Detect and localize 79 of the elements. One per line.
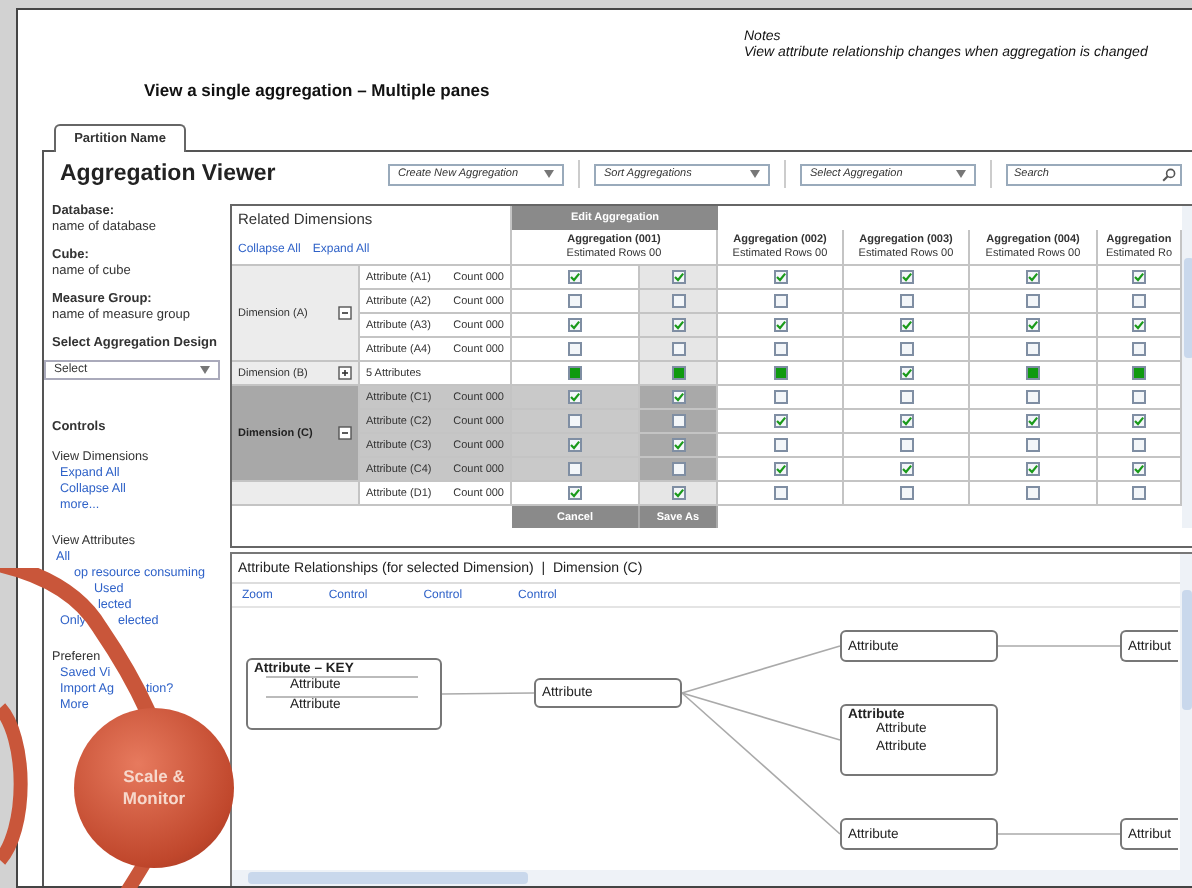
checkbox[interactable] — [899, 486, 913, 500]
scrollbar[interactable] — [1182, 206, 1192, 528]
checkbox[interactable] — [568, 294, 582, 308]
checkbox[interactable] — [1026, 462, 1040, 476]
checkbox[interactable] — [568, 462, 582, 476]
checkbox[interactable] — [568, 486, 582, 500]
checkbox[interactable] — [899, 294, 913, 308]
checkbox[interactable] — [1132, 318, 1146, 332]
checkbox[interactable] — [568, 366, 582, 380]
checkbox[interactable] — [671, 270, 685, 284]
checkbox[interactable] — [773, 294, 787, 308]
caret-icon — [200, 366, 210, 374]
checkbox[interactable] — [1026, 318, 1040, 332]
connector-line — [997, 833, 1121, 835]
checkbox[interactable] — [671, 318, 685, 332]
checkbox[interactable] — [899, 366, 913, 380]
badge-text: Monitor — [122, 788, 186, 810]
checkbox[interactable] — [773, 366, 787, 380]
app-title: Aggregation Viewer — [60, 162, 276, 186]
arc-shape — [118, 860, 150, 888]
checkbox[interactable] — [671, 486, 685, 500]
checkbox[interactable] — [899, 270, 913, 284]
checkbox[interactable] — [773, 414, 787, 428]
checkbox[interactable] — [1132, 342, 1146, 356]
checkbox[interactable] — [568, 414, 582, 428]
checkbox[interactable] — [773, 318, 787, 332]
checkbox[interactable] — [568, 438, 582, 452]
scrollbar[interactable] — [232, 870, 1180, 886]
checkbox[interactable] — [1026, 366, 1040, 380]
checkbox[interactable] — [899, 390, 913, 404]
collapse-icon[interactable] — [338, 306, 352, 320]
checkbox[interactable] — [1132, 486, 1146, 500]
scrollbar[interactable] — [1180, 554, 1192, 886]
search-icon — [1162, 167, 1176, 181]
badge-text: Scale & — [123, 766, 185, 788]
expand-icon[interactable] — [338, 366, 352, 380]
caret-icon — [956, 170, 966, 178]
checkbox[interactable] — [899, 438, 913, 452]
checkbox[interactable] — [773, 270, 787, 284]
checkbox[interactable] — [671, 438, 685, 452]
checkbox[interactable] — [773, 486, 787, 500]
checkbox[interactable] — [773, 438, 787, 452]
checkbox[interactable] — [671, 414, 685, 428]
collapse-icon[interactable] — [338, 426, 352, 440]
checkbox[interactable] — [671, 294, 685, 308]
checkbox[interactable] — [773, 462, 787, 476]
connector-line — [441, 692, 535, 695]
caret-icon — [544, 170, 554, 178]
checkbox[interactable] — [1026, 270, 1040, 284]
checkbox[interactable] — [1132, 294, 1146, 308]
checkbox[interactable] — [773, 342, 787, 356]
checkbox[interactable] — [671, 342, 685, 356]
checkbox[interactable] — [568, 342, 582, 356]
caret-icon — [750, 170, 760, 178]
checkbox[interactable] — [568, 390, 582, 404]
checkbox[interactable] — [1132, 438, 1146, 452]
checkbox[interactable] — [1026, 486, 1040, 500]
checkbox[interactable] — [1132, 462, 1146, 476]
checkbox[interactable] — [1132, 270, 1146, 284]
checkbox[interactable] — [773, 390, 787, 404]
connector-line — [997, 645, 1121, 647]
checkbox[interactable] — [1026, 294, 1040, 308]
checkbox[interactable] — [1026, 414, 1040, 428]
checkbox[interactable] — [899, 414, 913, 428]
checkbox[interactable] — [1026, 438, 1040, 452]
checkbox[interactable] — [1132, 390, 1146, 404]
checkbox[interactable] — [1026, 390, 1040, 404]
checkbox[interactable] — [671, 366, 685, 380]
checkbox[interactable] — [568, 318, 582, 332]
checkbox[interactable] — [671, 390, 685, 404]
checkbox[interactable] — [899, 342, 913, 356]
checkbox[interactable] — [899, 462, 913, 476]
checkbox[interactable] — [899, 318, 913, 332]
page-heading: View a single aggregation – Multiple panes — [144, 80, 492, 100]
checkbox[interactable] — [671, 462, 685, 476]
checkbox[interactable] — [568, 270, 582, 284]
checkbox[interactable] — [1132, 414, 1146, 428]
checkbox[interactable] — [1026, 342, 1040, 356]
checkbox[interactable] — [1132, 366, 1146, 380]
